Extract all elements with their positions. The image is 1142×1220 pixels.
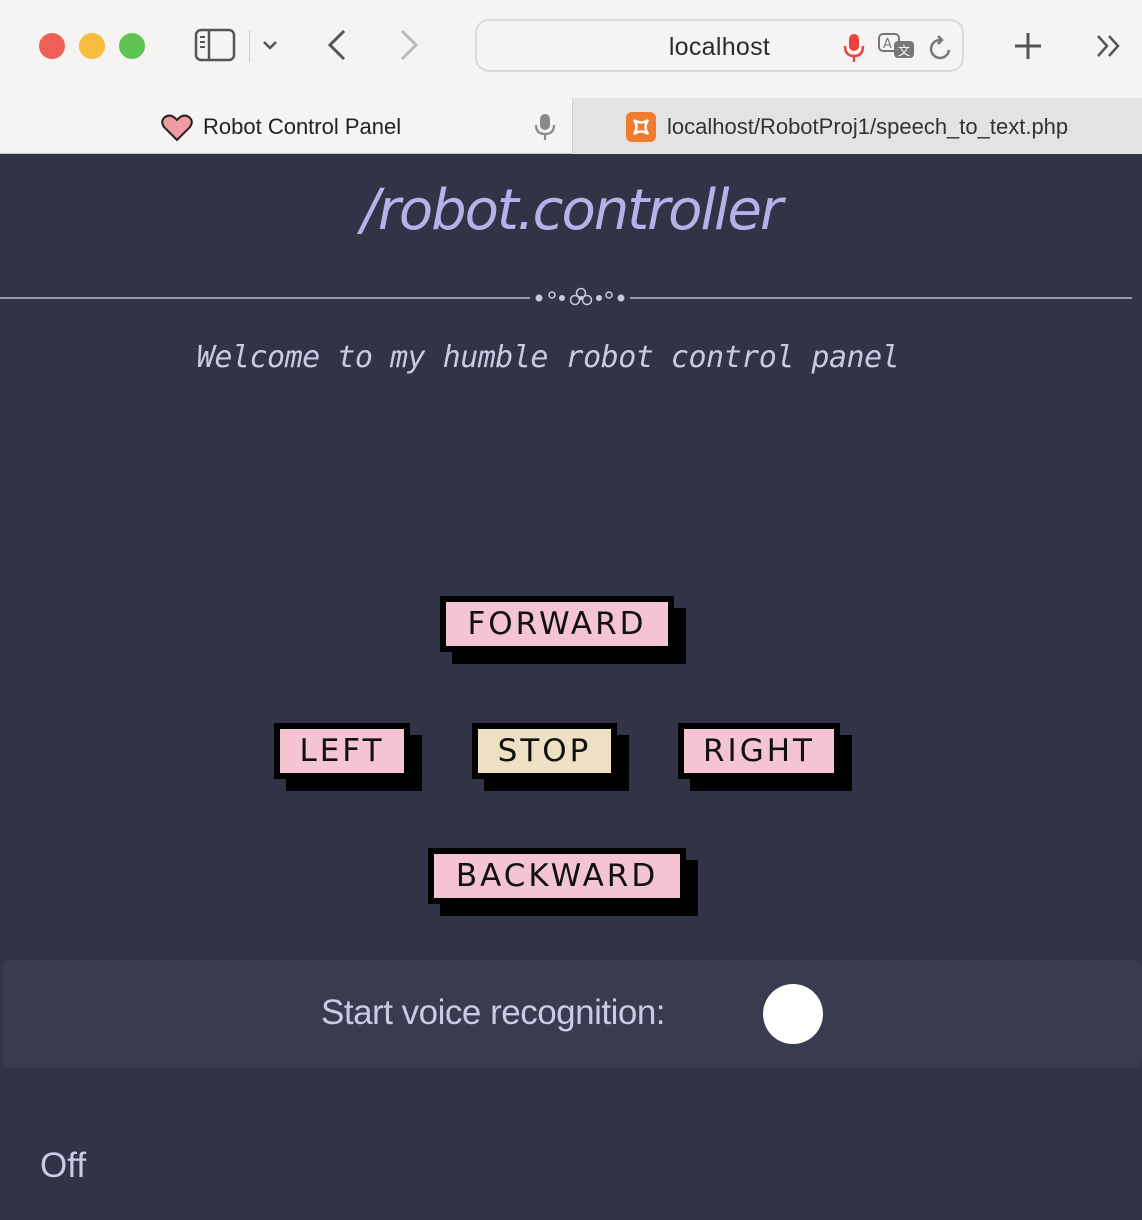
voice-recognition-panel: Start voice recognition:: [2, 960, 1142, 1068]
browser-toolbar: localhost A 文: [0, 0, 1142, 98]
voice-status-text: Off: [40, 1146, 87, 1185]
forward-arrow-icon[interactable]: [394, 28, 422, 62]
left-button[interactable]: LEFT: [274, 723, 410, 779]
reload-icon[interactable]: [927, 33, 955, 63]
tab-robot-control-panel[interactable]: Robot Control Panel: [0, 98, 572, 154]
new-tab-plus-icon[interactable]: [1012, 30, 1044, 62]
voice-recognition-label: Start voice recognition:: [321, 993, 666, 1032]
translate-icon[interactable]: A 文: [877, 32, 917, 62]
tab-title: Robot Control Panel: [203, 114, 402, 139]
chevron-down-icon[interactable]: [261, 38, 279, 52]
minimize-window-button[interactable]: [79, 33, 105, 59]
tab-microphone-icon[interactable]: [534, 112, 556, 142]
address-bar[interactable]: localhost A 文: [475, 19, 964, 72]
zoom-window-button[interactable]: [119, 33, 145, 59]
tab-bar: Robot Control Panel localhost/RobotProj1…: [0, 98, 1142, 154]
heart-favicon-icon: [161, 114, 193, 142]
close-window-button[interactable]: [39, 33, 65, 59]
more-chevrons-icon[interactable]: [1094, 32, 1124, 60]
toolbar-separator: [249, 30, 250, 62]
right-button[interactable]: RIGHT: [678, 723, 840, 779]
voice-recognition-toggle[interactable]: [763, 984, 823, 1044]
page-title: /robot.controller: [360, 178, 783, 243]
tab-title: localhost/RobotProj1/speech_to_text.php: [667, 114, 1069, 139]
svg-text:A: A: [883, 37, 892, 52]
sidebar-icon[interactable]: [194, 28, 236, 62]
xampp-favicon-icon: [626, 112, 656, 142]
page-content: /robot.controller Welcome to my humble r…: [0, 154, 1142, 1220]
back-arrow-icon[interactable]: [324, 28, 352, 62]
microphone-icon[interactable]: [842, 32, 866, 64]
forward-button[interactable]: FORWARD: [440, 596, 674, 652]
welcome-text: Welcome to my humble robot control panel: [196, 340, 900, 375]
stop-button[interactable]: STOP: [472, 723, 617, 779]
svg-text:文: 文: [898, 43, 910, 58]
tab-speech-to-text[interactable]: localhost/RobotProj1/speech_to_text.php: [572, 98, 1142, 154]
ornamental-divider: [0, 287, 1132, 306]
backward-button[interactable]: BACKWARD: [428, 848, 686, 904]
